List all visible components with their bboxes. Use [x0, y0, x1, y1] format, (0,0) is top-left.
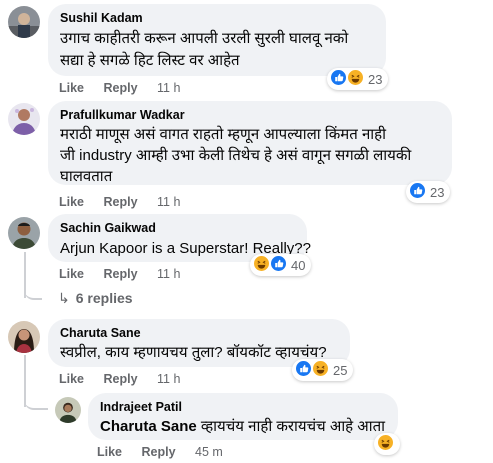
haha-reaction-icon — [347, 69, 367, 89]
avatar[interactable] — [8, 217, 40, 249]
avatar[interactable] — [8, 6, 40, 38]
avatar[interactable] — [55, 397, 81, 423]
comment-bubble: Prafullkumar Wadkar मराठी माणूस असं वागत… — [48, 101, 452, 185]
timestamp[interactable]: 11 h — [157, 81, 180, 95]
comment-author[interactable]: Sachin Gaikwad — [60, 221, 156, 235]
comment-bubble: Sushil Kadam उगाच काहीतरी करून आपली उरली… — [48, 4, 386, 76]
like-button[interactable]: Like — [59, 195, 84, 209]
comment-author[interactable]: Charuta Sane — [60, 326, 141, 340]
reply-text: Charuta Sane व्हायचंय नाही करायचंच आहे आ… — [100, 416, 385, 437]
reaction-count: 23 — [430, 184, 445, 200]
reaction-count: 25 — [333, 362, 348, 378]
comment-actions: Like Reply 11 h — [59, 267, 196, 281]
reply-button[interactable]: Reply — [142, 445, 176, 459]
like-button[interactable]: Like — [97, 445, 122, 459]
timestamp[interactable]: 11 h — [157, 195, 180, 209]
comment-text-line: मराठी माणूस असं वागत राहतो म्हणून आपल्या… — [60, 126, 387, 143]
haha-reaction-icon — [377, 434, 397, 454]
reply-author[interactable]: Indrajeet Patil — [100, 400, 182, 414]
comment-actions: Like Reply 11 h — [59, 195, 196, 209]
comment-author[interactable]: Prafullkumar Wadkar — [60, 108, 185, 122]
reply-button[interactable]: Reply — [104, 267, 138, 281]
comment-actions: Like Reply 11 h — [59, 81, 196, 95]
replies-count-label: 6 replies — [75, 290, 133, 306]
reply-button[interactable]: Reply — [104, 195, 138, 209]
timestamp[interactable]: 11 h — [157, 267, 180, 281]
reply-actions: Like Reply 45 m — [97, 445, 239, 459]
reaction-summary[interactable]: 23 — [406, 181, 451, 203]
reply-button[interactable]: Reply — [104, 81, 138, 95]
comment-actions: Like Reply 11 h — [59, 372, 196, 386]
comment-text-line: जी industry आम्ही उभा केली तिथेच हे असं … — [60, 147, 412, 164]
like-button[interactable]: Like — [59, 372, 84, 386]
reaction-summary[interactable]: 23 — [327, 68, 389, 90]
haha-reaction-icon — [312, 360, 332, 380]
avatar[interactable] — [8, 103, 40, 135]
comment-author[interactable]: Sushil Kadam — [60, 11, 143, 25]
like-reaction-icon — [270, 255, 290, 275]
like-button[interactable]: Like — [59, 267, 84, 281]
like-reaction-icon — [409, 182, 429, 202]
thread-branch — [24, 282, 42, 300]
comment-text-line: उगाच काहीतरी करून आपली उरली सुरली घालवू … — [60, 30, 349, 47]
reaction-summary[interactable]: 25 — [292, 359, 354, 381]
reply-bubble: Indrajeet Patil Charuta Sane व्हायचंय ना… — [88, 393, 398, 440]
reply-text-body: व्हायचंय नाही करायचंच आहे आता — [196, 418, 386, 435]
mention-link[interactable]: Charuta Sane — [100, 418, 197, 435]
reply-arrow-icon: ↳ — [58, 290, 70, 306]
reaction-count: 40 — [291, 257, 306, 273]
reaction-count: 23 — [368, 71, 383, 87]
like-button[interactable]: Like — [59, 81, 84, 95]
comment-text-line: सद्या हे सगळे हिट लिस्ट वर आहेत — [60, 52, 240, 69]
reaction-summary[interactable] — [374, 433, 400, 455]
reply-button[interactable]: Reply — [104, 372, 138, 386]
view-replies-link[interactable]: ↳ 6 replies — [58, 290, 133, 307]
comment-text-line: घालवतात — [60, 168, 113, 185]
avatar[interactable] — [8, 321, 40, 353]
reaction-summary[interactable]: 40 — [250, 254, 312, 276]
timestamp[interactable]: 45 m — [195, 445, 223, 459]
timestamp[interactable]: 11 h — [157, 372, 180, 386]
comment-text-line: स्वप्रील, काय म्हणायचय तुला? बॉयकॉट व्हा… — [60, 344, 327, 361]
thread-branch — [24, 392, 48, 410]
